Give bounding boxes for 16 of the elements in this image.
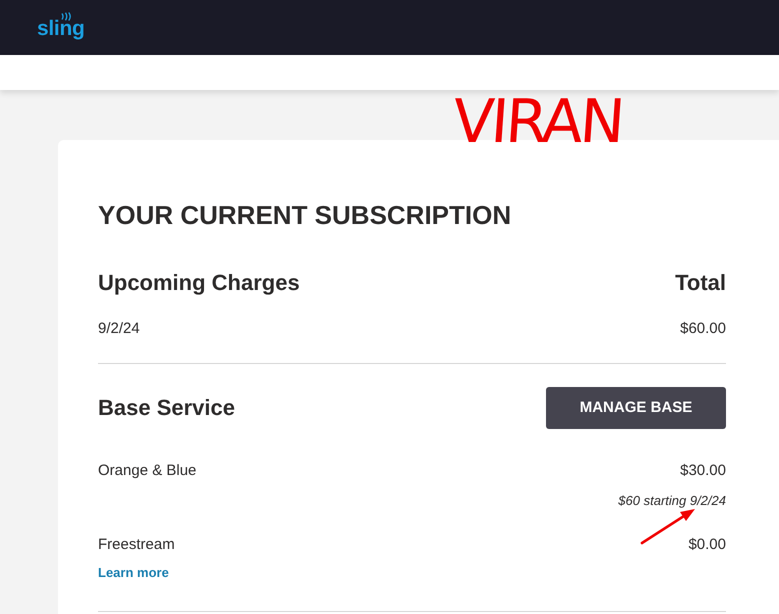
page-heading: YOUR CURRENT SUBSCRIPTION (98, 200, 512, 230)
section-heading: Base Service (98, 394, 235, 422)
learn-more-link[interactable]: Learn more (98, 565, 169, 580)
manage-base-button[interactable]: MANAGE BASE (546, 387, 726, 429)
charge-date: 9/2/24 (98, 319, 140, 339)
logo[interactable]: sling (37, 18, 85, 39)
service-price: $30.00 (680, 461, 726, 481)
section-heading: Upcoming Charges (98, 269, 300, 297)
service-name: Orange & Blue (98, 461, 196, 481)
handwritten-annotation: VIRAN (450, 92, 624, 152)
signal-waves-icon (61, 12, 71, 21)
charge-amount: $60.00 (680, 319, 726, 339)
price-change-note: $60 starting 9/2/24 (618, 492, 726, 510)
column-heading: Total (675, 269, 726, 297)
service-price: $0.00 (688, 535, 726, 555)
service-name: Freestream (98, 535, 175, 555)
